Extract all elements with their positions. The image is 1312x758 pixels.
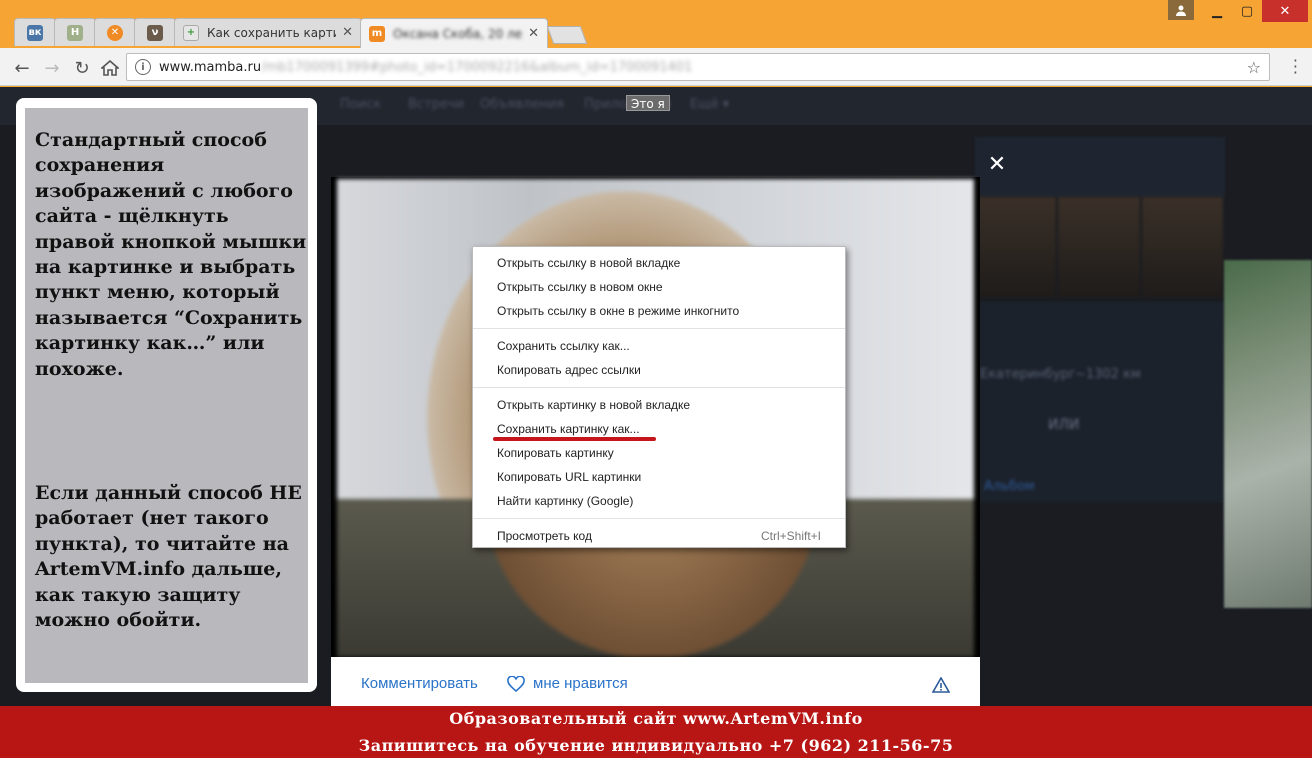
browser-titlebar: вк H ✕ ν + Как сохранить картинку ✕ m Ок…: [0, 0, 1312, 48]
url-path: /mb1700091399#photo_id=1700092216&album_…: [261, 59, 693, 75]
banner-site-line: Образовательный сайт www.ArtemVM.info: [449, 709, 863, 728]
comment-link[interactable]: Комментировать: [361, 675, 478, 692]
tab-h[interactable]: H: [54, 18, 96, 46]
menu-separator: [473, 518, 845, 519]
menu-save-link-as[interactable]: Сохранить ссылку как...: [473, 334, 845, 358]
menu-inspect[interactable]: Просмотреть код Ctrl+Shift+I: [473, 524, 845, 548]
page-add-icon: +: [183, 24, 199, 41]
blurred-nav-item: Встречи: [408, 97, 465, 112]
menu-item-label: Просмотреть код: [497, 529, 592, 543]
tab-title: Как сохранить картинку: [207, 25, 336, 40]
menu-item-label: Открыть ссылку в окне в режиме инкогнито: [497, 304, 740, 318]
address-bar[interactable]: i www.mamba.ru /mb1700091399#photo_id=17…: [126, 53, 1270, 81]
menu-copy-image-url[interactable]: Копировать URL картинки: [473, 465, 845, 489]
close-window-icon[interactable]: ✕: [1262, 0, 1308, 22]
tab-title: Оксана Скоба, 20 лет, Е: [393, 26, 523, 41]
blurred-nav-item: Объявления: [480, 97, 564, 112]
menu-item-label: Найти картинку (Google): [497, 494, 634, 508]
note-paragraph-1: Стандартный способ сохранения изображени…: [35, 129, 307, 380]
browser-toolbar: ← → ↻ i www.mamba.ru /mb1700091399#photo…: [0, 48, 1312, 86]
blurred-distance: ~1302 км: [1075, 367, 1141, 382]
next-photo-preview[interactable]: [1224, 260, 1312, 608]
banner-contact-line: Запишитесь на обучение индивидуально +7 …: [358, 736, 954, 755]
user-profile-icon[interactable]: [1168, 0, 1194, 20]
h-icon: H: [67, 24, 83, 41]
eto-ya-badge[interactable]: Это я: [626, 95, 670, 111]
photo-action-bar: Комментировать мне нравится: [331, 657, 980, 707]
window-controls: ▁ ▢ ✕: [1168, 0, 1308, 22]
menu-separator: [473, 328, 845, 329]
heart-icon: [507, 675, 525, 692]
tab-close-icon[interactable]: ✕: [342, 25, 353, 40]
blurred-profile-info: [975, 302, 1225, 502]
report-warning-icon[interactable]: [931, 676, 951, 697]
reload-icon[interactable]: ↻: [70, 56, 94, 80]
tab-nui[interactable]: ν: [134, 18, 176, 46]
blurred-nav-item: Поиск: [340, 97, 382, 112]
menu-item-label: Открыть ссылку в новом окне: [497, 280, 663, 294]
menu-item-label: Открыть ссылку в новой вкладке: [497, 256, 681, 270]
blurred-album: Альбом: [984, 479, 1035, 494]
menu-item-label: Сохранить картинку как...: [497, 422, 640, 436]
home-icon[interactable]: [98, 56, 122, 80]
close-viewer-icon[interactable]: ✕: [984, 151, 1010, 177]
blurred-ili: ИЛИ: [1048, 417, 1080, 433]
menu-shortcut: Ctrl+Shift+I: [760, 529, 821, 543]
menu-open-link-new-tab[interactable]: Открыть ссылку в новой вкладке: [473, 251, 845, 275]
tab-x[interactable]: ✕: [94, 18, 136, 46]
menu-save-image-as[interactable]: Сохранить картинку как...: [473, 417, 845, 441]
url-host: www.mamba.ru: [159, 59, 262, 75]
menu-separator: [473, 387, 845, 388]
context-menu: Открыть ссылку в новой вкладке Открыть с…: [472, 246, 846, 548]
like-link[interactable]: мне нравится: [507, 675, 628, 692]
tab-strip: вк H ✕ ν + Как сохранить картинку ✕ m Ок…: [14, 18, 588, 48]
blurred-thumbnails: [975, 197, 1225, 297]
tab-vk[interactable]: вк: [14, 18, 56, 46]
like-label: мне нравится: [533, 675, 628, 692]
back-arrow-icon[interactable]: ←: [10, 56, 34, 80]
info-icon[interactable]: i: [135, 59, 151, 75]
menu-item-label: Копировать адрес ссылки: [497, 363, 641, 377]
blurred-location: Екатеринбург: [980, 367, 1076, 382]
maximize-icon[interactable]: ▢: [1232, 0, 1262, 22]
menu-open-link-new-window[interactable]: Открыть ссылку в новом окне: [473, 275, 845, 299]
tab-how-to-save[interactable]: + Как сохранить картинку ✕: [174, 18, 362, 46]
menu-copy-link-address[interactable]: Копировать адрес ссылки: [473, 358, 845, 382]
forward-arrow-icon[interactable]: →: [40, 56, 64, 80]
blurred-nav-item: Ещё ▾: [690, 97, 730, 112]
blurred-profile-header: [975, 137, 1225, 197]
bookmark-star-icon[interactable]: ☆: [1247, 58, 1261, 77]
new-tab-button[interactable]: [546, 26, 588, 44]
bottom-banner: Образовательный сайт www.ArtemVM.info За…: [0, 706, 1312, 758]
menu-copy-image[interactable]: Копировать картинку: [473, 441, 845, 465]
menu-item-label: Копировать URL картинки: [497, 470, 642, 484]
minimize-icon[interactable]: ▁: [1202, 0, 1232, 22]
vk-icon: вк: [27, 24, 43, 41]
tab-mamba[interactable]: m Оксана Скоба, 20 лет, Е ✕: [360, 18, 548, 48]
menu-item-label: Сохранить ссылку как...: [497, 339, 630, 353]
menu-open-link-incognito[interactable]: Открыть ссылку в окне в режиме инкогнито: [473, 299, 845, 323]
mamba-icon: m: [369, 25, 385, 42]
menu-search-image-google[interactable]: Найти картинку (Google): [473, 489, 845, 513]
tab-close-icon[interactable]: ✕: [528, 26, 539, 41]
nui-icon: ν: [147, 24, 163, 41]
menu-open-image-new-tab[interactable]: Открыть картинку в новой вкладке: [473, 393, 845, 417]
note-paragraph-2: Если данный способ НЕ работает (нет тако…: [35, 482, 302, 632]
menu-item-label: Открыть картинку в новой вкладке: [497, 398, 691, 412]
screen: вк H ✕ ν + Как сохранить картинку ✕ m Ок…: [0, 0, 1312, 758]
menu-item-label: Копировать картинку: [497, 446, 614, 460]
browser-menu-icon[interactable]: · · ·: [1293, 53, 1298, 81]
x-icon: ✕: [107, 24, 123, 41]
